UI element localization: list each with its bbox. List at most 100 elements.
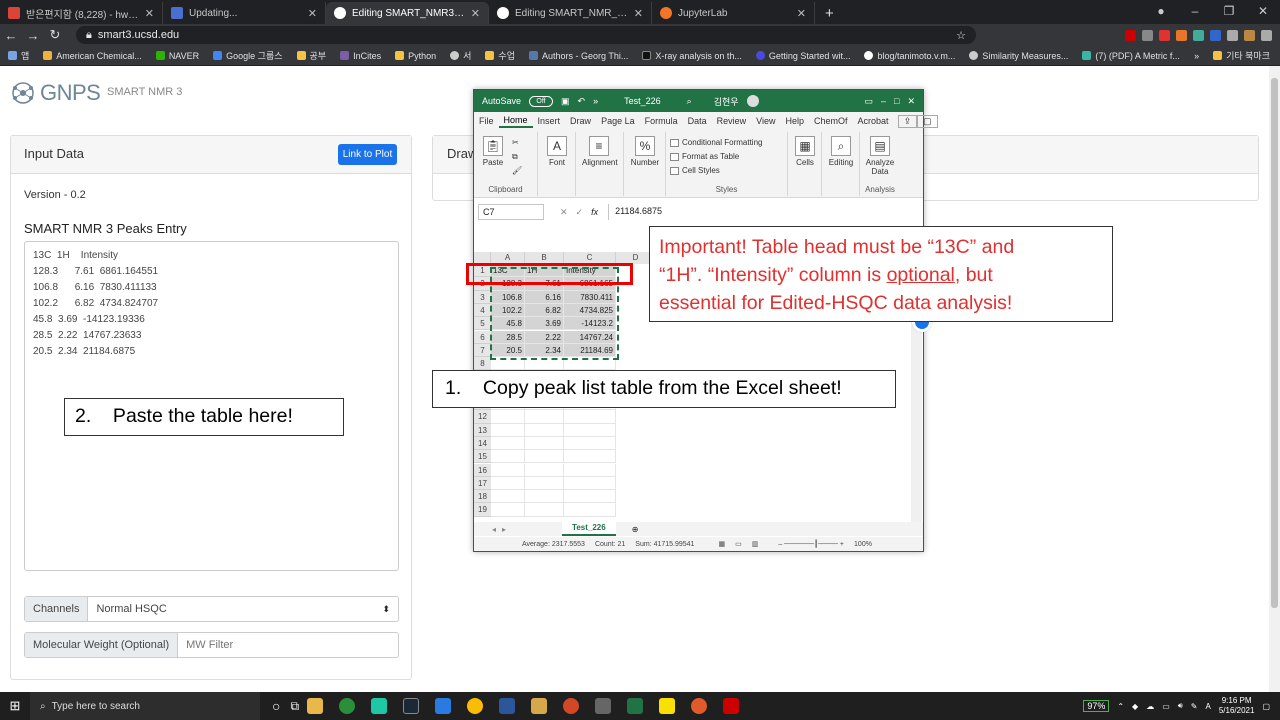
editing-group[interactable]: ⌕ Editing: [822, 132, 860, 196]
close-window-icon[interactable]: ✕: [1246, 0, 1280, 24]
maximize-icon[interactable]: ❐: [1212, 0, 1246, 24]
app-icon[interactable]: [339, 698, 356, 714]
share-icon[interactable]: ⇪: [897, 114, 918, 128]
close-tab-icon[interactable]: ✕: [145, 7, 154, 20]
cloud-icon[interactable]: ☁: [1146, 702, 1154, 711]
word-icon[interactable]: [499, 698, 516, 714]
profile-icon[interactable]: ●: [1144, 0, 1178, 24]
bookmark-other[interactable]: 기타 북마크: [1213, 49, 1280, 62]
bookmark-blog[interactable]: blog/tanimoto.v.m...: [864, 51, 955, 61]
battery-indicator[interactable]: 97%: [1083, 700, 1110, 712]
table-cell[interactable]: [564, 436, 616, 451]
table-cell[interactable]: [564, 450, 616, 464]
bookmark-seo[interactable]: 서: [450, 49, 471, 62]
zoom-level[interactable]: 100%: [854, 541, 872, 548]
mw-filter-input[interactable]: [178, 633, 398, 657]
table-cell[interactable]: [525, 476, 564, 491]
bookmark-study[interactable]: 공부: [296, 49, 326, 62]
bookmark-class[interactable]: 수업: [485, 49, 515, 62]
row-header[interactable]: 5: [474, 317, 491, 331]
taskbar-search[interactable]: ⌕ Type here to search: [30, 692, 260, 720]
tab-help[interactable]: Help: [781, 116, 810, 126]
page-break-icon[interactable]: ▥: [752, 540, 759, 548]
bookmark-naver[interactable]: NAVER: [155, 51, 199, 61]
table-cell[interactable]: [491, 436, 525, 451]
row-header[interactable]: 4: [474, 303, 491, 318]
table-cell[interactable]: [491, 450, 525, 464]
row-header[interactable]: 19: [474, 503, 491, 517]
tab-page-layout[interactable]: Page La: [596, 116, 640, 126]
conditional-formatting-button[interactable]: Conditional Formatting: [670, 138, 762, 147]
editing-button[interactable]: ⌕ Editing: [824, 136, 858, 167]
maximize-icon[interactable]: □: [894, 96, 899, 106]
row-header[interactable]: 18: [474, 490, 491, 504]
table-cell[interactable]: [491, 490, 525, 504]
add-sheet-icon[interactable]: ⊕: [632, 525, 639, 534]
tab-data[interactable]: Data: [683, 116, 712, 126]
extension-icon[interactable]: [1210, 29, 1221, 41]
close-tab-icon[interactable]: ✕: [308, 7, 317, 20]
table-cell[interactable]: [564, 463, 616, 477]
avatar[interactable]: [1244, 29, 1255, 41]
chrome-icon[interactable]: [467, 698, 484, 714]
excel-icon[interactable]: [627, 698, 644, 714]
gnps-logo[interactable]: GNPS: [10, 80, 101, 106]
table-cell[interactable]: [564, 476, 616, 491]
new-tab-button[interactable]: +: [815, 2, 844, 24]
autosave-toggle[interactable]: Off: [529, 95, 554, 107]
row-header[interactable]: 16: [474, 463, 491, 477]
row-header[interactable]: 3: [474, 290, 491, 304]
table-cell[interactable]: [491, 410, 525, 424]
bookmark-pdf[interactable]: (7) (PDF) A Metric f...: [1082, 51, 1180, 61]
number-group[interactable]: % Number: [624, 132, 666, 196]
zoom-slider[interactable]: – ──────┃──── +: [778, 540, 844, 548]
bookmark-apps[interactable]: 앱: [8, 49, 29, 62]
tab-view[interactable]: View: [751, 116, 780, 126]
network-icon[interactable]: ▭: [1162, 702, 1170, 711]
table-cell[interactable]: [564, 410, 616, 424]
table-cell[interactable]: [525, 410, 564, 424]
task-view-icon[interactable]: ⧉: [290, 699, 299, 714]
clock[interactable]: 9:16 PM 5/16/2021: [1219, 696, 1255, 716]
comment-icon[interactable]: ▢: [917, 114, 938, 128]
rss-icon[interactable]: [1176, 29, 1187, 41]
row-header[interactable]: 17: [474, 476, 491, 491]
fx-icon[interactable]: fx: [591, 207, 598, 217]
bookmark-incites[interactable]: InCites: [340, 51, 381, 61]
cell-styles-button[interactable]: Cell Styles: [670, 166, 720, 175]
cancel-icon[interactable]: ✕: [560, 207, 568, 218]
alignment-button[interactable]: ≡ Alignment: [582, 136, 618, 167]
dropbox-icon[interactable]: ◆: [1132, 702, 1138, 711]
extension-icon[interactable]: [1159, 29, 1170, 41]
row-header[interactable]: 14: [474, 436, 491, 451]
copy-icon[interactable]: ⧉: [512, 152, 518, 162]
table-cell[interactable]: [491, 476, 525, 491]
analyze-data-button[interactable]: ▤ Analyze Data: [863, 136, 897, 176]
table-cell[interactable]: [525, 463, 564, 477]
table-cell[interactable]: [525, 490, 564, 504]
bookmark-getting-started[interactable]: Getting Started wit...: [755, 51, 850, 61]
select-caret-icon[interactable]: ⬍: [382, 597, 398, 621]
paste-button[interactable]: 📋︎ Paste: [476, 136, 510, 167]
font-button[interactable]: A Font: [540, 136, 574, 167]
app-icon[interactable]: [691, 698, 708, 714]
row-header[interactable]: 8: [474, 357, 491, 371]
table-cell[interactable]: [564, 503, 616, 517]
row-header[interactable]: 12: [474, 410, 491, 424]
alignment-group[interactable]: ≡ Alignment: [576, 132, 624, 196]
tab-updating[interactable]: Updating... ✕: [163, 2, 326, 24]
bookmark-google-groups[interactable]: Google 그룹스: [213, 49, 283, 62]
acrobat-icon[interactable]: [723, 698, 740, 714]
page-layout-icon[interactable]: ▭: [735, 540, 742, 548]
tab-gmail[interactable]: 받은편지함 (8,228) - hwkim8906✕: [0, 2, 163, 24]
bookmark-acs[interactable]: American Chemical...: [43, 51, 142, 61]
sheet-tab-test-226[interactable]: Test_226: [562, 522, 616, 536]
ribbon-display-icon[interactable]: ▭: [864, 96, 873, 107]
bookmark-similarity[interactable]: Similarity Measures...: [969, 51, 1068, 61]
table-cell[interactable]: [564, 423, 616, 437]
notification-icon[interactable]: ▢: [1262, 702, 1270, 711]
table-cell[interactable]: [491, 423, 525, 437]
close-tab-icon[interactable]: ✕: [634, 7, 643, 20]
powerpoint-icon[interactable]: [563, 698, 580, 714]
normal-view-icon[interactable]: ▦: [718, 540, 725, 548]
